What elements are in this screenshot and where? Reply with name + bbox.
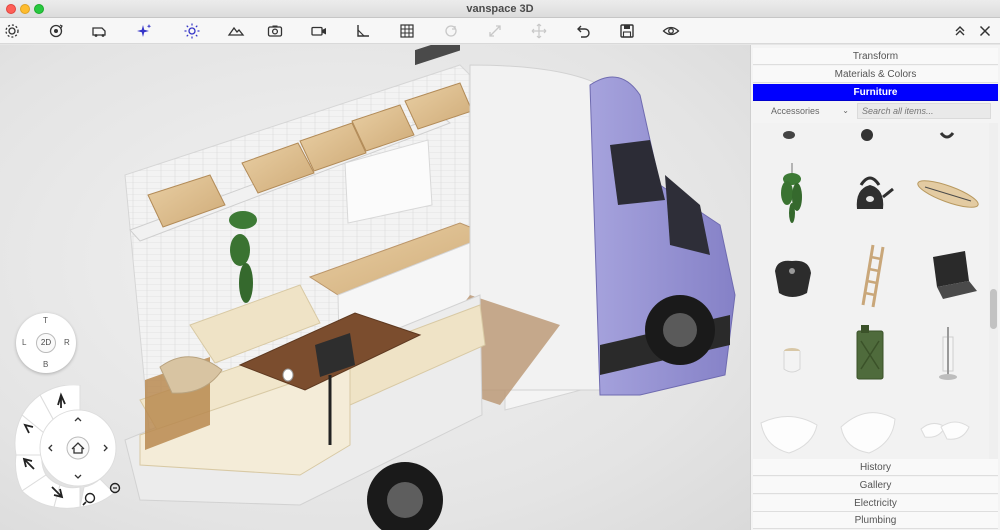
left-view-button[interactable]: L [22, 338, 26, 347]
item-candle-jar[interactable] [757, 323, 827, 393]
top-view-button[interactable]: T [43, 316, 48, 325]
redo-disabled-icon[interactable] [442, 22, 460, 40]
section-furniture[interactable]: Furniture [753, 84, 998, 101]
scrollbar-thumb[interactable] [990, 289, 997, 329]
section-gallery[interactable]: Gallery [753, 477, 998, 494]
3d-viewport[interactable]: T B L R 2D [0, 45, 750, 530]
window-title: vanspace 3D [466, 3, 534, 15]
view-compass[interactable]: T B L R 2D [16, 313, 76, 373]
item-grid-scrollbar[interactable] [989, 123, 998, 459]
eye-icon[interactable] [662, 22, 680, 40]
item-laptop[interactable] [913, 241, 983, 311]
item-pillow-small[interactable] [911, 397, 981, 459]
title-bar: vanspace 3D [0, 0, 1000, 18]
move-disabled-icon[interactable] [530, 22, 548, 40]
2d-view-button[interactable]: 2D [36, 333, 56, 353]
item-partial-2[interactable] [831, 123, 901, 145]
item-partial-1[interactable] [753, 123, 823, 145]
furniture-filter-row: Accessories ⌄ [753, 101, 998, 121]
item-pillow[interactable] [755, 395, 825, 459]
furniture-item-grid [753, 123, 989, 459]
save-icon[interactable] [618, 22, 636, 40]
undo-icon[interactable] [574, 22, 592, 40]
search-input[interactable] [857, 103, 991, 119]
item-jerry-can[interactable] [835, 319, 905, 389]
camera-icon[interactable] [266, 22, 284, 40]
video-icon[interactable] [310, 22, 328, 40]
section-history[interactable]: History [753, 459, 998, 476]
camera-controls[interactable] [14, 384, 134, 513]
cooktop [415, 45, 460, 66]
chevron-down-icon: ⌄ [842, 106, 849, 115]
sun-icon[interactable] [183, 22, 201, 40]
item-kettle[interactable] [835, 159, 905, 229]
item-surfboard[interactable] [913, 159, 983, 229]
section-materials-colors[interactable]: Materials & Colors [753, 66, 998, 83]
bottom-view-button[interactable]: B [43, 360, 48, 369]
toolbar [0, 18, 1000, 44]
right-view-button[interactable]: R [64, 338, 70, 347]
orbit-icon[interactable] [47, 22, 65, 40]
van-icon[interactable] [91, 22, 109, 40]
side-panel: Transform Materials & Colors Furniture A… [750, 45, 1000, 530]
close-icon[interactable] [976, 22, 994, 40]
section-plumbing[interactable]: Plumbing [753, 512, 998, 529]
item-ladder[interactable] [835, 241, 905, 311]
item-hanging-plant[interactable] [757, 159, 827, 229]
item-partial-3[interactable] [911, 123, 981, 145]
category-select-value: Accessories [771, 106, 820, 116]
grid-icon[interactable] [398, 22, 416, 40]
section-transform[interactable]: Transform [753, 48, 998, 65]
category-select[interactable]: Accessories ⌄ [759, 103, 855, 119]
ruler-icon[interactable] [354, 22, 372, 40]
section-electricity[interactable]: Electricity [753, 495, 998, 512]
gear-icon[interactable] [3, 22, 21, 40]
home-button[interactable] [66, 436, 90, 460]
item-paper-towel-holder[interactable] [913, 319, 983, 389]
item-dark-bag[interactable] [757, 241, 827, 311]
van-window [610, 140, 665, 205]
resize-disabled-icon[interactable] [486, 22, 504, 40]
terrain-icon[interactable] [227, 22, 245, 40]
item-cushion[interactable] [833, 393, 903, 459]
sparkle-icon[interactable] [135, 22, 153, 40]
collapse-up-icon[interactable] [951, 22, 969, 40]
